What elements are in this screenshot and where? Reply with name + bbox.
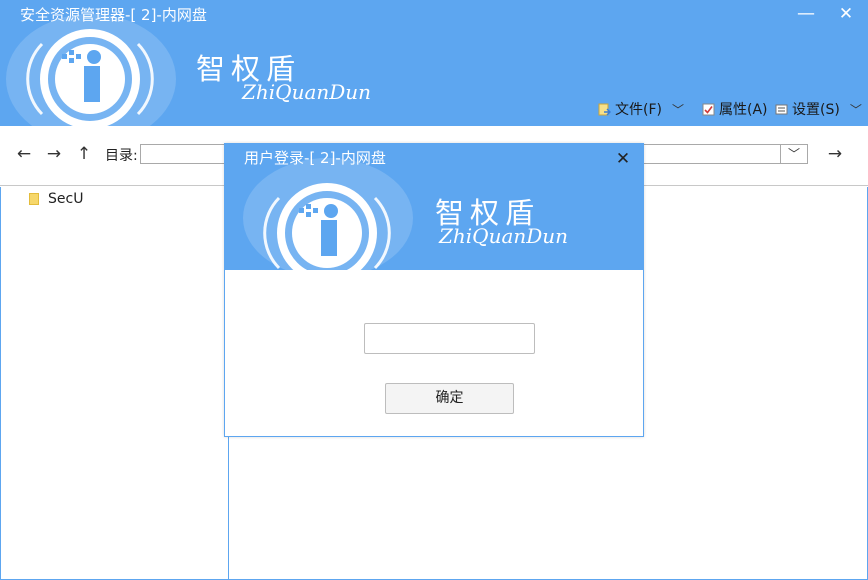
ok-button[interactable]: 确定 [385,383,514,414]
brand-name-en: ZhiQuanDun [242,80,372,104]
folder-tree-pane: SecU [0,187,229,580]
arrow-left-icon[interactable]: ← [12,142,36,166]
file-icon [598,103,611,116]
go-arrow-icon[interactable]: → [823,142,847,166]
arrow-up-icon[interactable]: ↑ [72,142,96,166]
menu-file[interactable]: 文件(F) ﹀ [598,98,684,120]
menu-properties-label: 属性(A) [719,102,768,118]
zhiquandun-logo-icon [263,183,391,270]
chevron-down-icon[interactable]: ﹀ [780,145,807,163]
chevron-down-icon[interactable]: ﹀ [850,101,862,118]
minimize-icon[interactable]: — [794,2,818,26]
password-input[interactable] [364,323,535,354]
close-icon[interactable]: ✕ [834,2,858,26]
properties-icon [702,103,715,116]
tree-item-secu[interactable]: SecU [29,191,83,207]
menu-file-label: 文件(F) [615,102,662,118]
settings-icon [775,103,788,116]
close-icon[interactable]: ✕ [611,147,635,171]
menu-settings[interactable]: 设置(S) ﹀ [775,98,862,120]
menu-settings-label: 设置(S) [792,102,840,118]
folder-icon [29,193,39,205]
directory-label: 目录: [105,148,138,164]
menu-properties[interactable]: 属性(A) [702,98,768,120]
login-dialog-header: 用户登录-[ 2]-内网盘 ✕ 智权盾 ZhiQuanDun [225,144,643,270]
brand-name-en: ZhiQuanDun [439,224,569,248]
tree-item-label: SecU [48,191,84,207]
chevron-down-icon[interactable]: ﹀ [672,101,684,118]
arrow-right-icon[interactable]: → [42,142,66,166]
zhiquandun-logo-icon [26,29,154,126]
app-header: 安全资源管理器-[ 2]-内网盘 — ✕ 智权盾 ZhiQuanDun 文件(F… [0,0,868,126]
login-dialog: 用户登录-[ 2]-内网盘 ✕ 智权盾 ZhiQuanDun 确定 [224,143,644,437]
